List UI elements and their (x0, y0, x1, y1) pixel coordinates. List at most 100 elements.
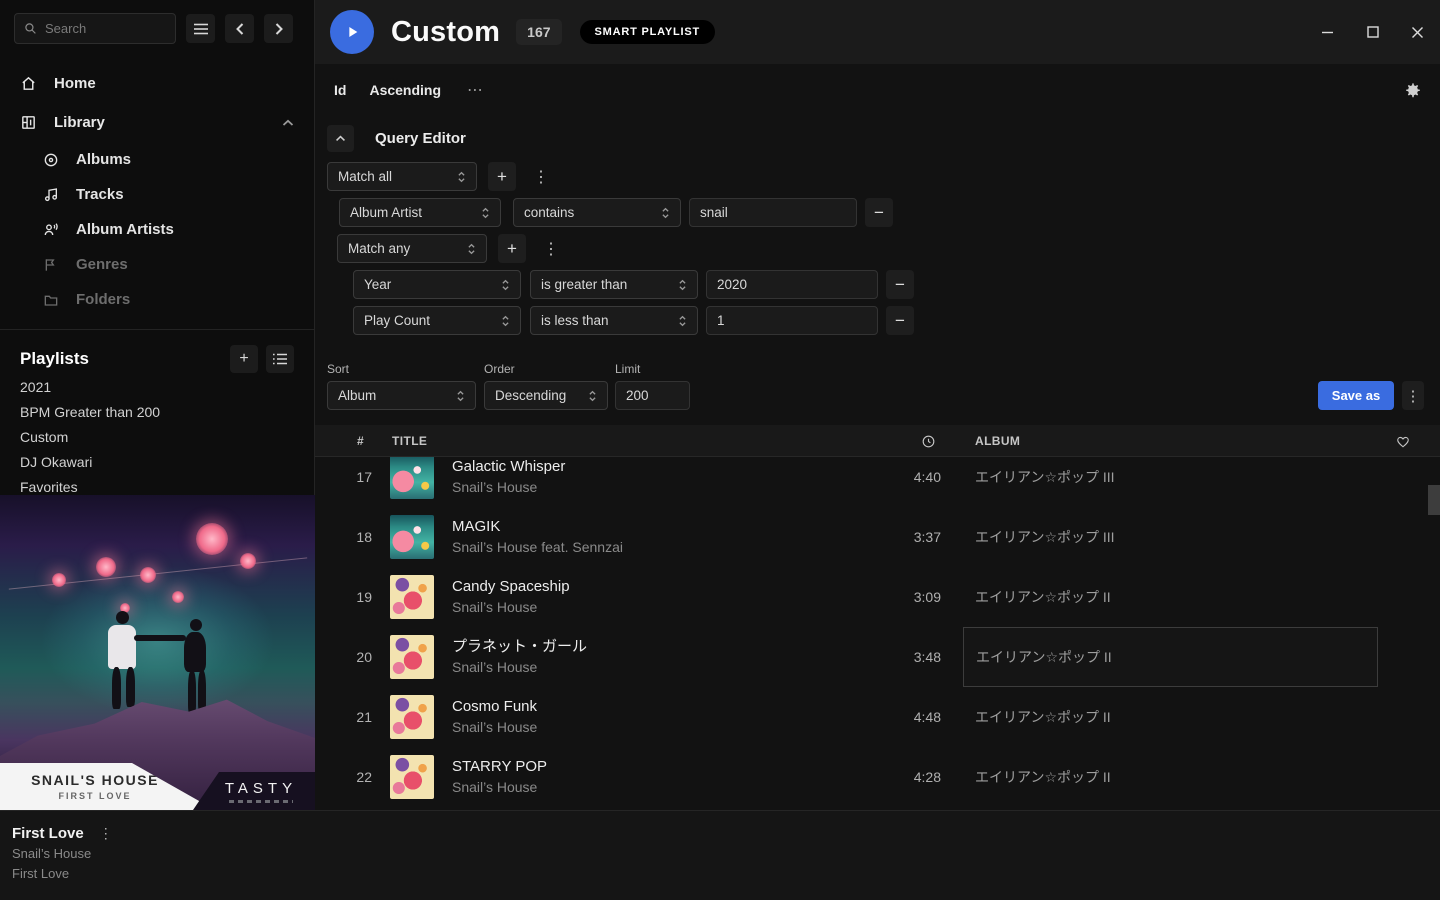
playlists-section: Playlists + 2021 BPM Greater than 200 Cu… (0, 344, 314, 499)
sidebar-item-library[interactable]: Library (0, 103, 314, 142)
track-album-cell[interactable]: エイリアン☆ポップ III (963, 457, 1378, 507)
add-playlist-button[interactable]: + (230, 345, 258, 373)
track-album-cell[interactable]: エイリアン☆ポップ II (963, 687, 1378, 747)
gear-icon (1405, 82, 1421, 98)
minus-icon: − (895, 311, 905, 331)
search-box[interactable] (14, 13, 176, 44)
minimize-button[interactable] (1305, 0, 1350, 64)
figure-silhouette (126, 667, 135, 707)
artist-icon (43, 222, 59, 238)
nav-forward-button[interactable] (264, 14, 293, 43)
track-album-cell-focused[interactable]: エイリアン☆ポップ II (963, 627, 1378, 687)
now-playing-artist[interactable]: Snail’s House (12, 844, 113, 864)
match-type-select[interactable]: Match all (327, 162, 477, 191)
track-album-cell[interactable]: エイリアン☆ポップ II (963, 747, 1378, 807)
table-row[interactable]: 18 MAGIK Snail’s House feat. Sennzai 3:3… (315, 507, 1440, 567)
rule-field-select[interactable]: Play Count (353, 306, 521, 335)
sidebar-item-album-artists[interactable]: Album Artists (0, 212, 314, 247)
duration-column-icon[interactable] (921, 425, 936, 457)
favorite-column-icon[interactable] (1396, 425, 1410, 457)
label-brand-sub (229, 800, 293, 803)
scrollbar-thumb[interactable] (1428, 485, 1440, 515)
playlist-item[interactable]: BPM Greater than 200 (20, 399, 294, 424)
play-icon (344, 24, 360, 40)
rule-operator-select[interactable]: is less than (530, 306, 698, 335)
query-editor-collapse-button[interactable] (327, 125, 354, 152)
group-menu-button[interactable]: ⋮ (537, 239, 565, 259)
figure-silhouette (116, 611, 129, 624)
group-menu-button[interactable]: ⋮ (527, 167, 555, 187)
save-as-button[interactable]: Save as (1318, 381, 1394, 410)
sidebar-item-albums[interactable]: Albums (0, 142, 314, 177)
track-duration: 4:40 (881, 457, 941, 507)
play-playlist-button[interactable] (330, 10, 374, 54)
add-rule-button[interactable]: + (488, 162, 516, 191)
close-button[interactable] (1395, 0, 1440, 64)
order-select[interactable]: Descending (484, 381, 608, 410)
playlist-item[interactable]: Custom (20, 424, 294, 449)
limit-input[interactable] (615, 381, 690, 410)
menu-button[interactable] (186, 14, 215, 43)
track-title: Galactic Whisper (452, 457, 565, 477)
query-editor-title: Query Editor (375, 130, 466, 147)
table-row[interactable]: 17 Galactic Whisper Snail’s House 4:40 エ… (315, 457, 1440, 507)
sort-field-button[interactable]: Id (334, 82, 346, 98)
rule-field-select[interactable]: Album Artist (339, 198, 501, 227)
rule-value-input[interactable] (706, 270, 878, 299)
sort-direction-button[interactable]: Ascending (369, 82, 441, 98)
toolbar-more-button[interactable]: ⋯ (467, 80, 484, 100)
table-row[interactable]: 22 STARRY POP Snail’s House 4:28 エイリアン☆ポ… (315, 747, 1440, 807)
column-album[interactable]: ALBUM (975, 425, 1020, 457)
playlist-list-button[interactable] (266, 345, 294, 373)
smart-playlist-badge: SMART PLAYLIST (580, 20, 716, 44)
sidebar-item-home[interactable]: Home (0, 64, 314, 103)
rule-operator-select[interactable]: contains (513, 198, 681, 227)
column-number[interactable]: # (357, 425, 364, 457)
window-controls (1305, 0, 1440, 64)
sidebar-item-label: Home (54, 75, 96, 92)
table-row[interactable]: 19 Candy Spaceship Snail’s House 3:09 エイ… (315, 567, 1440, 627)
rule-value-input[interactable] (689, 198, 857, 227)
rule-value-input[interactable] (706, 306, 878, 335)
save-menu-button[interactable]: ⋮ (1402, 381, 1424, 410)
add-rule-button[interactable]: + (498, 234, 526, 263)
now-playing-album[interactable]: First Love (12, 864, 113, 884)
lantern (52, 573, 66, 587)
playlist-item[interactable]: 2021 (20, 374, 294, 399)
maximize-button[interactable] (1350, 0, 1395, 64)
nav-back-button[interactable] (225, 14, 254, 43)
remove-rule-button[interactable]: − (886, 270, 914, 299)
table-row[interactable]: 20 プラネット・ガール Snail’s House 3:48 エイリアン☆ポッ… (315, 627, 1440, 687)
now-playing-title[interactable]: First Love (12, 825, 84, 842)
track-artist: Snail’s House (452, 477, 565, 497)
library-icon (20, 114, 37, 131)
plus-icon: + (497, 167, 507, 187)
now-playing-artwork[interactable]: SNAIL'S HOUSE FIRST LOVE TASTY (0, 495, 315, 810)
track-album-cell[interactable]: エイリアン☆ポップ II (963, 567, 1378, 627)
match-type-select[interactable]: Match any (337, 234, 487, 263)
track-artist: Snail’s House feat. Sennzai (452, 537, 623, 557)
track-album-cell[interactable]: エイリアン☆ポップ III (963, 507, 1378, 567)
track-number: 17 (315, 457, 372, 507)
label-brand: TASTY (225, 780, 297, 797)
column-title[interactable]: TITLE (392, 425, 427, 457)
figure-silhouette (198, 670, 206, 712)
sidebar-item-tracks[interactable]: Tracks (0, 177, 314, 212)
table-row[interactable]: 21 Cosmo Funk Snail’s House 4:48 エイリアン☆ポ… (315, 687, 1440, 747)
rule-field-select[interactable]: Year (353, 270, 521, 299)
playlist-item[interactable]: DJ Okawari (20, 449, 294, 474)
remove-rule-button[interactable]: − (886, 306, 914, 335)
track-album-art (390, 575, 434, 619)
settings-button[interactable] (1405, 82, 1421, 98)
sort-select[interactable]: Album (327, 381, 476, 410)
rule-operator-select[interactable]: is greater than (530, 270, 698, 299)
now-playing-menu-button[interactable]: ⋮ (99, 825, 113, 842)
sidebar-item-genres[interactable]: Genres (0, 247, 314, 282)
search-input[interactable] (45, 21, 166, 36)
sidebar-item-folders[interactable]: Folders (0, 282, 314, 317)
track-number: 19 (315, 567, 372, 627)
figure-silhouette (108, 625, 136, 669)
track-album-art (390, 457, 434, 499)
table-header: # TITLE ALBUM (315, 425, 1440, 457)
remove-rule-button[interactable]: − (865, 198, 893, 227)
